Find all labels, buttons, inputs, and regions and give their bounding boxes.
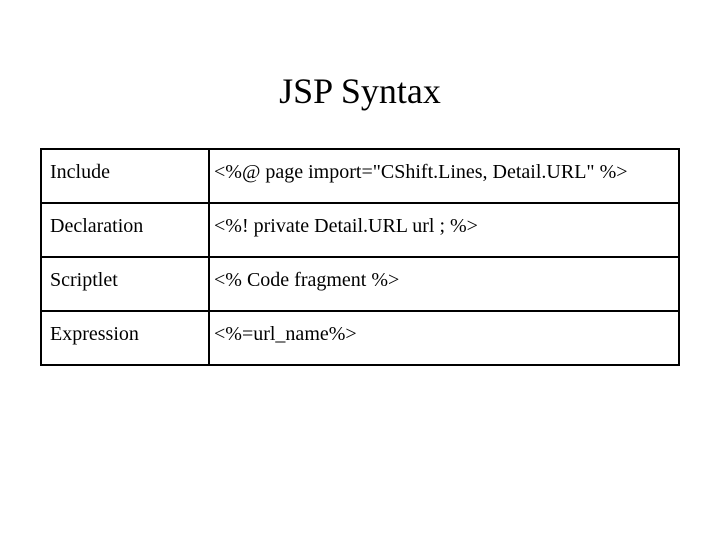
row-syntax: <%! private Detail.URL url ; %> <box>209 203 679 257</box>
syntax-table-container: Include <%@ page import="CShift.Lines, D… <box>40 148 680 366</box>
row-syntax: <%@ page import="CShift.Lines, Detail.UR… <box>209 149 679 203</box>
syntax-table: Include <%@ page import="CShift.Lines, D… <box>40 148 680 366</box>
row-syntax: <%=url_name%> <box>209 311 679 365</box>
row-label: Declaration <box>41 203 209 257</box>
row-syntax: <% Code fragment %> <box>209 257 679 311</box>
row-label: Expression <box>41 311 209 365</box>
page-title: JSP Syntax <box>0 70 720 112</box>
row-label: Include <box>41 149 209 203</box>
slide: JSP Syntax Include <%@ page import="CShi… <box>0 0 720 540</box>
table-row: Scriptlet <% Code fragment %> <box>41 257 679 311</box>
table-row: Declaration <%! private Detail.URL url ;… <box>41 203 679 257</box>
row-label: Scriptlet <box>41 257 209 311</box>
table-row: Expression <%=url_name%> <box>41 311 679 365</box>
table-row: Include <%@ page import="CShift.Lines, D… <box>41 149 679 203</box>
